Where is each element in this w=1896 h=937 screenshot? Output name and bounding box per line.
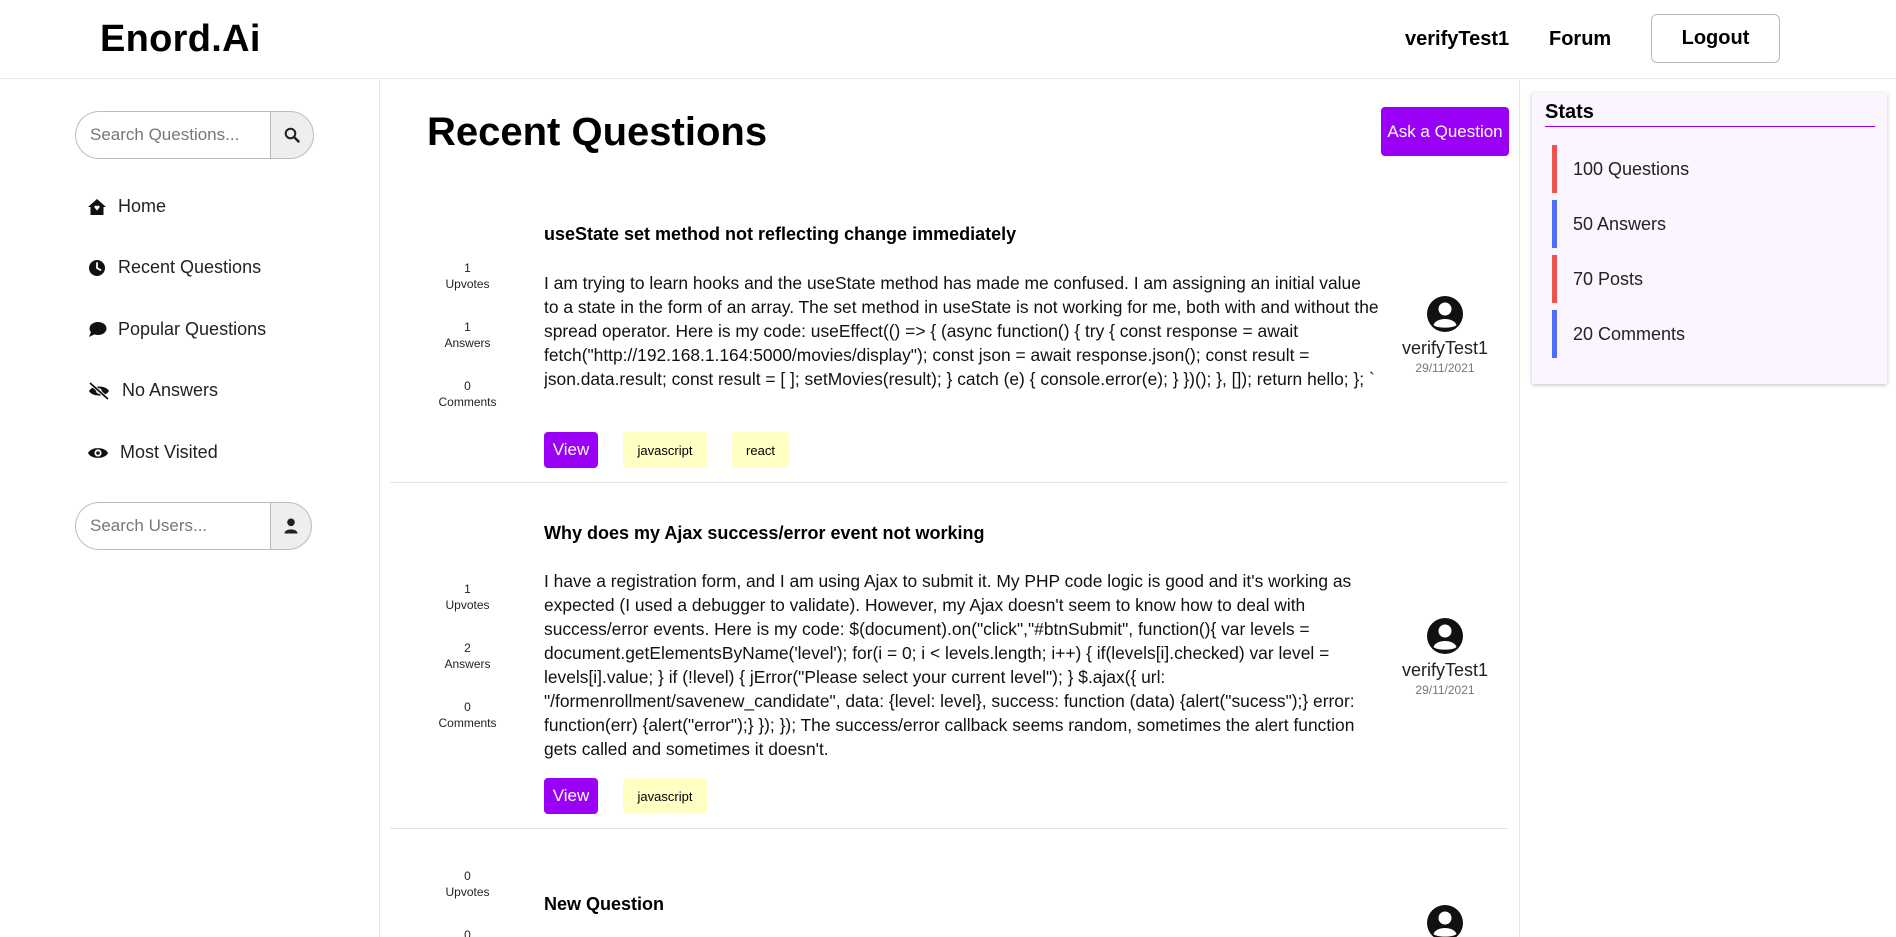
user-avatar-icon	[1427, 296, 1463, 332]
upvote-label: Upvotes	[445, 277, 490, 291]
tag-javascript[interactable]: javascript	[623, 778, 707, 814]
question-author: verifyTest1 29/11/2021	[1395, 295, 1495, 375]
comment-count: 0 Comments	[420, 378, 515, 410]
stats-title: Stats	[1545, 101, 1875, 127]
sidebar-item-popular-questions[interactable]: Popular Questions	[87, 319, 266, 340]
eye-icon	[87, 443, 109, 463]
tag-javascript[interactable]: javascript	[623, 432, 707, 468]
tag-react[interactable]: react	[732, 432, 789, 468]
comment-count: 0 Comments	[420, 699, 515, 731]
question-title[interactable]: useState set method not reflecting chang…	[544, 224, 1016, 245]
left-sidebar: Home Recent Questions Popular Questions …	[0, 80, 380, 937]
sidebar-item-label: Home	[118, 196, 167, 216]
sidebar-item-label: Recent Questions	[118, 257, 262, 277]
upvote-count: 1 Upvotes	[420, 260, 515, 292]
question-body: I am trying to learn hooks and the useSt…	[544, 273, 1379, 389]
search-questions-button[interactable]	[270, 111, 314, 159]
answer-count: 1 Answers	[420, 319, 515, 351]
top-header: Enord.Ai verifyTest1 Forum Logout	[0, 0, 1896, 79]
answer-count: 2 Answers	[420, 640, 515, 672]
comment-icon	[87, 320, 107, 340]
author-name[interactable]: verifyTest1	[1395, 338, 1495, 359]
comment-label: Comments	[438, 395, 497, 409]
comment-value: 0	[464, 379, 471, 393]
sidebar-item-label: No Answers	[122, 380, 219, 400]
nav-forum-link[interactable]: Forum	[1549, 28, 1611, 51]
upvote-label: Upvotes	[445, 598, 490, 612]
sidebar-item-most-visited[interactable]: Most Visited	[87, 442, 218, 463]
sidebar-item-home[interactable]: Home	[87, 196, 166, 217]
sidebar-item-recent-questions[interactable]: Recent Questions	[87, 257, 261, 278]
comment-label: Comments	[438, 716, 497, 730]
question-divider	[390, 482, 1508, 483]
answer-label: Answers	[444, 336, 491, 350]
ask-question-button[interactable]: Ask a Question	[1381, 107, 1509, 156]
answer-count: 0	[420, 927, 515, 937]
search-icon	[284, 127, 300, 143]
question-author	[1395, 904, 1495, 937]
upvote-value: 0	[464, 869, 471, 883]
answer-value: 1	[464, 320, 471, 334]
stat-comments: 20 Comments	[1552, 310, 1872, 358]
answer-label: Answers	[444, 657, 491, 671]
question-search	[75, 111, 314, 159]
nav-username-link[interactable]: verifyTest1	[1405, 28, 1509, 51]
upvote-count: 0 Upvotes	[420, 868, 515, 900]
post-date: 29/11/2021	[1415, 683, 1475, 697]
author-name[interactable]: verifyTest1	[1395, 660, 1495, 681]
post-date: 29/11/2021	[1415, 361, 1475, 375]
page-title: Recent Questions	[427, 110, 768, 154]
sidebar-item-label: Most Visited	[120, 442, 218, 462]
upvote-value: 1	[464, 582, 471, 596]
question-title[interactable]: Why does my Ajax success/error event not…	[544, 523, 984, 544]
eye-slash-icon	[87, 381, 111, 401]
question-title[interactable]: New Question	[544, 894, 664, 915]
view-question-button[interactable]: View	[544, 778, 598, 814]
answer-value: 2	[464, 641, 471, 655]
user-icon	[284, 518, 298, 534]
question-body: I have a registration form, and I am usi…	[544, 571, 1355, 759]
upvote-count: 1 Upvotes	[420, 581, 515, 613]
stat-posts: 70 Posts	[1552, 255, 1872, 303]
question-divider	[390, 828, 1508, 829]
stat-questions: 100 Questions	[1552, 145, 1872, 193]
search-questions-input[interactable]	[75, 111, 270, 159]
search-users-input[interactable]	[75, 502, 270, 550]
logout-button[interactable]: Logout	[1651, 14, 1780, 63]
user-avatar-icon	[1427, 618, 1463, 654]
column-divider	[1519, 80, 1520, 937]
upvote-value: 1	[464, 261, 471, 275]
user-search	[75, 502, 312, 550]
home-icon	[87, 197, 107, 217]
stat-answers: 50 Answers	[1552, 200, 1872, 248]
answer-value: 0	[464, 928, 471, 937]
search-users-button[interactable]	[270, 502, 312, 550]
question-author: verifyTest1 29/11/2021	[1395, 617, 1495, 697]
clock-icon	[87, 258, 107, 278]
comment-value: 0	[464, 700, 471, 714]
sidebar-item-no-answers[interactable]: No Answers	[87, 380, 218, 401]
stats-panel: Stats 100 Questions 50 Answers 70 Posts …	[1532, 93, 1887, 384]
upvote-label: Upvotes	[445, 885, 490, 899]
user-avatar-icon	[1427, 905, 1463, 937]
view-question-button[interactable]: View	[544, 432, 598, 468]
sidebar-item-label: Popular Questions	[118, 319, 267, 339]
site-logo[interactable]: Enord.Ai	[100, 18, 261, 61]
